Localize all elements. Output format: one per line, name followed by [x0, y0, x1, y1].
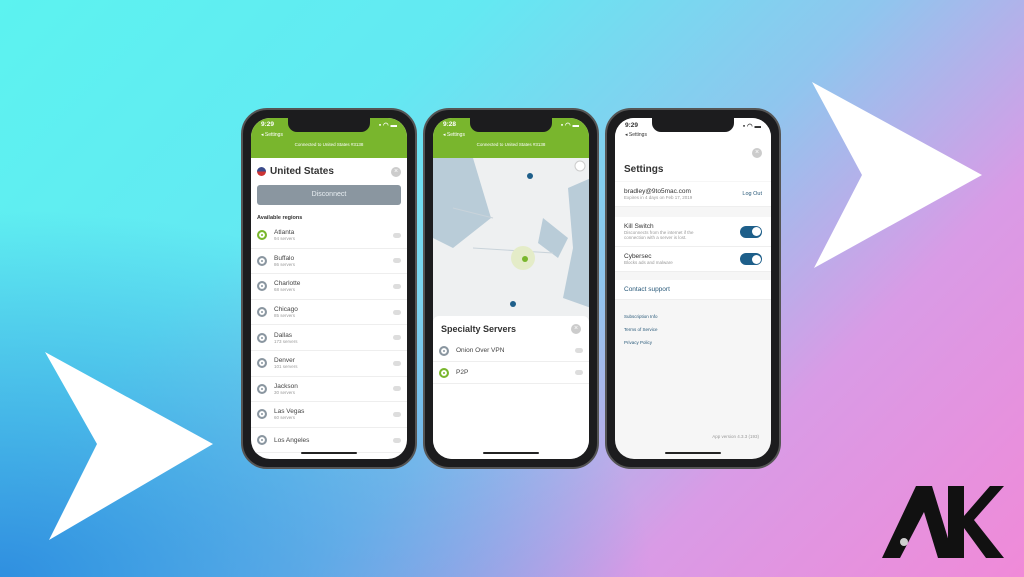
- settings-title: Settings: [624, 164, 664, 175]
- specialty-name: Onion Over VPN: [456, 347, 505, 354]
- region-name: Denver: [274, 357, 295, 365]
- contact-support-link[interactable]: Contact support: [624, 286, 670, 293]
- specialty-name: P2P: [456, 369, 469, 376]
- signal-wifi-battery-icon: ▪ ◠ ▬: [742, 123, 761, 130]
- region-row[interactable]: Las Vegas 60 servers: [251, 402, 407, 428]
- region-name: Los Angeles: [274, 436, 310, 444]
- app-version: App version 4.3.3 (193): [712, 434, 759, 439]
- terms-of-service-link[interactable]: Terms of Service: [615, 323, 771, 336]
- region-name: Las Vegas: [274, 408, 305, 416]
- connected-pin-icon: [522, 256, 528, 262]
- more-options-icon[interactable]: [393, 437, 401, 443]
- more-options-icon[interactable]: [393, 309, 401, 315]
- country-title: United States: [270, 166, 334, 177]
- region-server-count: 101 servers: [274, 364, 298, 370]
- location-pin-icon: [257, 307, 267, 318]
- regions-heading: Available regions: [257, 215, 303, 221]
- more-options-icon[interactable]: [393, 335, 401, 341]
- ak-logo: [882, 482, 1004, 563]
- region-row[interactable]: Charlotte 68 servers: [251, 274, 407, 300]
- region-server-count: 85 servers: [274, 313, 296, 319]
- region-server-count: 94 servers: [274, 236, 296, 242]
- cybersec-desc: Blocks ads and malware: [624, 260, 673, 265]
- kill-switch-label: Kill Switch: [624, 223, 654, 230]
- expiry-text: Expires in 4 days on Feb 17, 2019: [624, 195, 693, 200]
- location-pin-icon: [257, 255, 267, 266]
- more-options-icon[interactable]: [393, 283, 401, 289]
- location-pin-icon: [257, 230, 267, 241]
- region-row[interactable]: Buffalo 86 servers: [251, 249, 407, 275]
- region-name: Dallas: [274, 331, 293, 339]
- kill-switch-desc: Disconnects from the internet if the con…: [624, 230, 694, 240]
- specialty-server-row[interactable]: P2P: [433, 362, 589, 384]
- region-row[interactable]: Chicago 85 servers: [251, 300, 407, 326]
- phone-settings: 9:29 ▪ ◠ ▬ ◂ Settings × Settings bradley@…: [605, 108, 781, 469]
- region-row[interactable]: Atlanta 94 servers: [251, 223, 407, 249]
- region-server-count: 173 servers: [274, 338, 298, 344]
- region-name: Atlanta: [274, 229, 295, 237]
- region-name: Chicago: [274, 306, 298, 314]
- sheet-title: Specialty Servers: [441, 324, 517, 334]
- signal-wifi-battery-icon: ▪ ◠ ▬: [560, 122, 579, 129]
- region-server-count: 30 servers: [274, 389, 296, 395]
- region-row[interactable]: Denver 101 servers: [251, 351, 407, 377]
- cybersec-label: Cybersec: [624, 253, 652, 260]
- server-map[interactable]: [433, 158, 589, 318]
- onion-icon: [439, 345, 449, 356]
- region-server-count: 86 servers: [274, 261, 296, 267]
- more-options-icon[interactable]: [575, 370, 583, 375]
- close-icon[interactable]: ×: [571, 324, 581, 334]
- phone-regions: 9:29 ▪ ◠ ▬ ◂ Settings Connected to United…: [241, 108, 417, 469]
- us-flag-icon: [257, 167, 266, 176]
- close-icon[interactable]: ×: [752, 148, 762, 158]
- location-pin-icon: [257, 435, 267, 446]
- region-name: Charlotte: [274, 280, 301, 288]
- region-name: Buffalo: [274, 254, 295, 262]
- subscription-info-link[interactable]: Subscription Info: [615, 310, 771, 323]
- account-email: bradley@9to5mac.com: [624, 188, 691, 195]
- location-pin-icon: [257, 383, 267, 394]
- map-settings-icon: [574, 160, 586, 172]
- disconnect-button[interactable]: Disconnect: [257, 185, 401, 205]
- p2p-icon: [439, 367, 449, 378]
- more-options-icon[interactable]: [393, 411, 401, 417]
- more-options-icon[interactable]: [393, 360, 401, 366]
- kill-switch-toggle[interactable]: [740, 225, 762, 238]
- phone-specialty: 9:28 ▪ ◠ ▬ ◂ Settings Connected to United…: [423, 108, 599, 469]
- region-server-count: 68 servers: [274, 287, 296, 293]
- location-pin-icon: [257, 281, 267, 292]
- close-icon[interactable]: ×: [391, 166, 401, 177]
- more-options-icon[interactable]: [393, 386, 401, 392]
- arrow-right-decoration-right: [812, 82, 982, 268]
- location-pin-icon: [257, 332, 267, 343]
- specialty-server-row[interactable]: Onion Over VPN: [433, 340, 589, 362]
- logout-button[interactable]: Log Out: [742, 191, 762, 197]
- location-pin-icon: [510, 301, 516, 307]
- more-options-icon[interactable]: [575, 348, 583, 353]
- region-server-count: 60 servers: [274, 415, 296, 421]
- region-row[interactable]: Los Angeles: [251, 428, 407, 454]
- region-row[interactable]: Jackson 30 servers: [251, 377, 407, 403]
- location-pin-icon: [527, 173, 533, 179]
- region-row[interactable]: Dallas 173 servers: [251, 325, 407, 351]
- cybersec-toggle[interactable]: [740, 253, 762, 265]
- signal-wifi-battery-icon: ▪ ◠ ▬: [378, 122, 397, 129]
- region-name: Jackson: [274, 382, 298, 390]
- more-options-icon[interactable]: [393, 258, 401, 264]
- more-options-icon[interactable]: [393, 232, 401, 238]
- location-pin-icon: [257, 409, 267, 420]
- location-pin-icon: [257, 358, 267, 369]
- arrow-right-decoration-left: [45, 352, 213, 540]
- privacy-policy-link[interactable]: Privacy Policy: [615, 336, 771, 349]
